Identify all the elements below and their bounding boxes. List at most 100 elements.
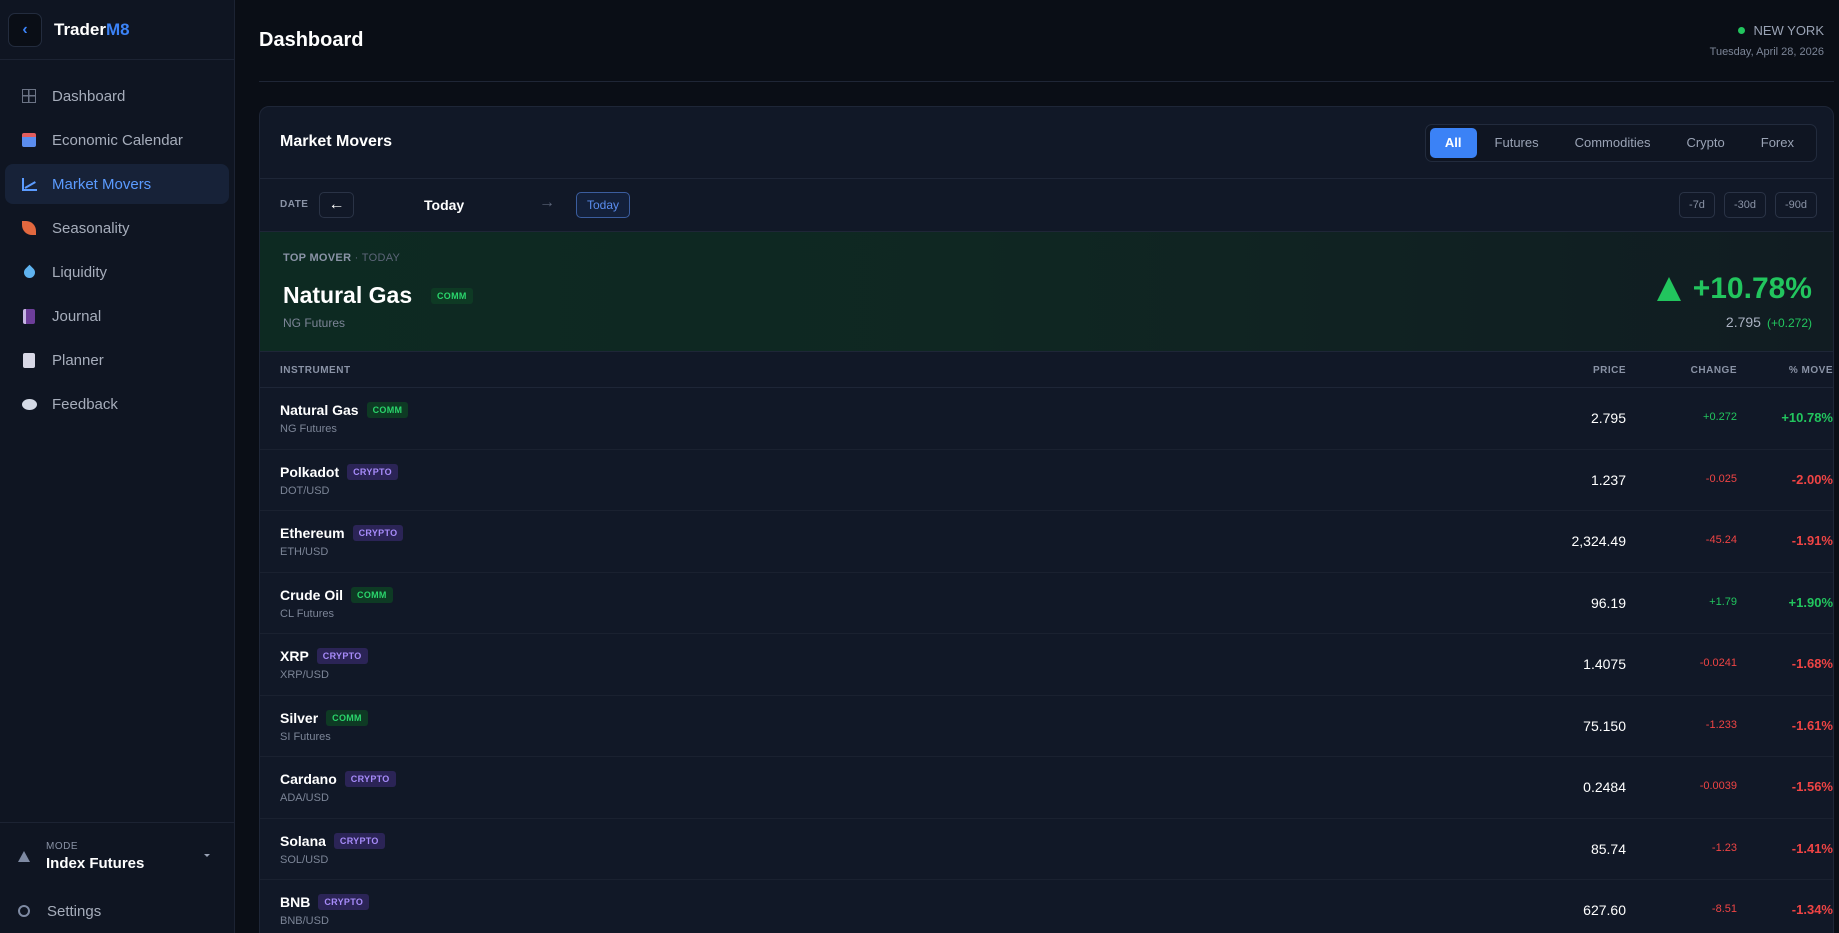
instrument-name: Solana CRYPTO xyxy=(280,832,385,849)
instrument-label: Polkadot xyxy=(280,463,340,480)
instrument-symbol: CL Futures xyxy=(280,607,335,620)
table-row[interactable]: Silver COMM SI Futures 75.150 -1.233 -1.6… xyxy=(260,696,1833,757)
move-cell: +1.90% xyxy=(1788,594,1833,610)
filter-forex[interactable]: Forex xyxy=(1743,128,1812,158)
instrument-name: Cardano CRYPTO xyxy=(280,771,396,787)
sidebar-item-market-movers[interactable]: Market Movers xyxy=(5,164,229,204)
price-cell: 85.74 xyxy=(1590,840,1626,857)
sidebar: ‹ TraderM8 Dashboard Economic Calendar M… xyxy=(0,0,235,933)
sidebar-item-seasonality[interactable]: Seasonality xyxy=(5,208,229,248)
sidebar-item-planner[interactable]: Planner xyxy=(5,340,229,380)
instrument-name: Polkadot CRYPTO xyxy=(280,463,398,480)
table-header: INSTRUMENT PRICE CHANGE % MOVE xyxy=(260,352,1833,388)
next-date-button[interactable]: → xyxy=(539,194,555,212)
sidebar-item-economic-calendar[interactable]: Economic Calendar xyxy=(5,120,229,160)
category-badge: CRYPTO xyxy=(352,525,404,541)
brand-logo[interactable]: TraderM8 xyxy=(54,20,130,40)
instrument-name: Crude Oil COMM xyxy=(280,586,393,603)
current-date: Tuesday, April 28, 2026 xyxy=(1709,46,1824,58)
mode-selector[interactable]: MODE Index Futures xyxy=(0,823,234,889)
move-cell: -1.41% xyxy=(1791,840,1833,856)
instrument-label: Cardano xyxy=(280,771,337,787)
range-30d-button[interactable]: -30d xyxy=(1723,192,1766,218)
triangle-icon xyxy=(18,850,30,862)
category-badge: COMM xyxy=(351,586,393,603)
filter-all[interactable]: All xyxy=(1429,128,1477,158)
change-cell: -1.23 xyxy=(1711,841,1737,854)
sidebar-item-settings[interactable]: Settings xyxy=(0,889,234,933)
top-mover-percent-value: +10.78% xyxy=(1692,272,1812,305)
table-row[interactable]: Crude Oil COMM CL Futures 96.19 +1.79 +1.… xyxy=(260,573,1833,634)
category-badge: COMM xyxy=(431,288,473,304)
selected-date: Today xyxy=(424,197,465,213)
column-price[interactable]: PRICE xyxy=(1593,365,1626,376)
sidebar-item-dashboard[interactable]: Dashboard xyxy=(5,76,229,116)
instrument-symbol: ADA/USD xyxy=(280,792,329,804)
market-movers-panel: Market Movers All Futures Commodities Cr… xyxy=(259,106,1834,933)
range-90d-button[interactable]: -90d xyxy=(1774,192,1817,218)
instrument-label: XRP xyxy=(280,648,309,664)
filter-crypto[interactable]: Crypto xyxy=(1668,128,1742,158)
filter-commodities[interactable]: Commodities xyxy=(1557,128,1669,158)
top-mover-price-value: 2.795 xyxy=(1725,314,1761,330)
sidebar-item-label: Economic Calendar xyxy=(52,131,183,149)
today-button[interactable]: Today xyxy=(576,192,631,218)
collapse-sidebar-button[interactable]: ‹ xyxy=(8,12,42,47)
instrument-symbol: XRP/USD xyxy=(280,669,329,681)
instrument-symbol: SOL/USD xyxy=(280,853,329,866)
category-badge: COMM xyxy=(366,402,409,418)
chart-icon xyxy=(18,173,40,195)
move-cell: -2.00% xyxy=(1791,471,1833,487)
movers-table: Natural Gas COMM NG Futures 2.795 +0.272 … xyxy=(260,388,1833,933)
grid-icon xyxy=(18,85,40,107)
price-cell: 0.2484 xyxy=(1583,779,1626,795)
sidebar-item-journal[interactable]: Journal xyxy=(5,296,229,336)
sidebar-item-label: Market Movers xyxy=(52,175,152,193)
category-badge: COMM xyxy=(326,709,368,726)
location-clock: NEW YORK Tuesday, April 28, 2026 xyxy=(1710,23,1824,58)
category-badge: CRYPTO xyxy=(316,648,368,664)
previous-date-button[interactable]: ← xyxy=(319,192,354,218)
category-badge: CRYPTO xyxy=(344,771,396,787)
status-dot-icon xyxy=(1738,27,1746,34)
sidebar-item-feedback[interactable]: Feedback xyxy=(5,384,229,424)
calendar-icon xyxy=(18,129,40,151)
droplet-icon xyxy=(18,261,40,283)
category-badge: CRYPTO xyxy=(347,463,398,480)
table-row[interactable]: XRP CRYPTO XRP/USD 1.4075 -0.0241 -1.68% xyxy=(260,634,1833,696)
sidebar-item-liquidity[interactable]: Liquidity xyxy=(5,252,229,292)
page-header: Dashboard NEW YORK Tuesday, April 28, 20… xyxy=(259,0,1834,82)
price-cell: 96.19 xyxy=(1590,594,1626,611)
instrument-label: Silver xyxy=(280,709,319,726)
column-change[interactable]: CHANGE xyxy=(1691,365,1737,376)
mode-value: Index Futures xyxy=(46,854,145,872)
instrument-label: Solana xyxy=(280,832,326,849)
instrument-symbol: NG Futures xyxy=(280,423,337,435)
table-row[interactable]: Solana CRYPTO SOL/USD 85.74 -1.23 -1.41% xyxy=(260,819,1833,880)
column-instrument[interactable]: INSTRUMENT xyxy=(280,365,351,376)
main-content: Dashboard NEW YORK Tuesday, April 28, 20… xyxy=(259,0,1839,933)
price-cell: 1.237 xyxy=(1590,471,1626,488)
top-mover-price: 2.795 (+0.272) xyxy=(1726,314,1812,330)
change-cell: -45.24 xyxy=(1705,534,1737,546)
change-cell: -8.51 xyxy=(1711,903,1737,915)
top-mover-percent: +10.78% xyxy=(1656,272,1812,306)
sidebar-footer: MODE Index Futures Settings xyxy=(0,822,234,933)
instrument-label: Crude Oil xyxy=(280,586,344,603)
range-7d-button[interactable]: -7d xyxy=(1679,192,1715,218)
table-row[interactable]: Ethereum CRYPTO ETH/USD 2,324.49 -45.24 -… xyxy=(260,511,1833,573)
table-row[interactable]: Natural Gas COMM NG Futures 2.795 +0.272 … xyxy=(260,388,1833,450)
move-cell: -1.56% xyxy=(1791,779,1833,794)
table-row[interactable]: Cardano CRYPTO ADA/USD 0.2484 -0.0039 -1.… xyxy=(260,757,1833,819)
instrument-name: XRP CRYPTO xyxy=(280,648,368,664)
price-cell: 627.60 xyxy=(1583,902,1626,918)
table-row[interactable]: BNB CRYPTO BNB/USD 627.60 -8.51 -1.34% xyxy=(260,880,1833,933)
column-move[interactable]: % MOVE xyxy=(1789,365,1833,376)
page-title: Dashboard xyxy=(259,29,364,51)
move-cell: -1.61% xyxy=(1791,717,1833,733)
table-row[interactable]: Polkadot CRYPTO DOT/USD 1.237 -0.025 -2.0… xyxy=(260,450,1833,511)
filter-futures[interactable]: Futures xyxy=(1477,128,1557,158)
up-arrow-icon xyxy=(1656,277,1681,301)
change-cell: +1.79 xyxy=(1709,595,1737,608)
market-city: NEW YORK xyxy=(1710,23,1824,38)
